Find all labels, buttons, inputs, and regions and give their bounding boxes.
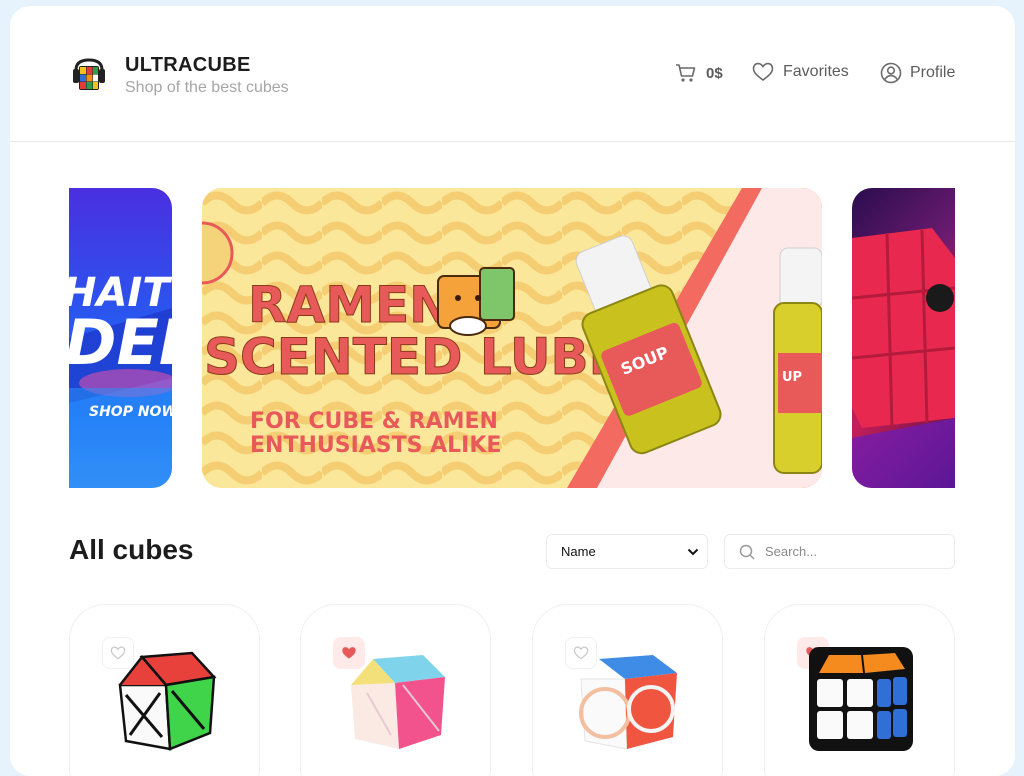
cart-total: 0$ — [706, 64, 723, 82]
product-card[interactable] — [532, 604, 723, 776]
site-header: ULTRACUBE Shop of the best cubes 0$ Favo… — [10, 6, 1015, 142]
search-icon — [739, 544, 755, 560]
product-card[interactable] — [764, 604, 955, 776]
brand-title: ULTRACUBE — [125, 54, 251, 76]
lube-bottle-back-icon: UP — [773, 247, 822, 474]
brand-subtitle: Shop of the best cubes — [125, 79, 289, 96]
banner-main-title-1: RAMEN — [248, 276, 451, 334]
favorites-link[interactable]: Favorites — [752, 62, 849, 82]
banner-slide-current[interactable]: RAMEN SCENTED LUBE FOR CUBE & RAMEN ENTH… — [202, 188, 822, 488]
rubiks-logo-icon[interactable] — [70, 56, 108, 94]
page-card: ULTRACUBE Shop of the best cubes 0$ Favo… — [10, 6, 1015, 776]
banner-main-title-2: SCENTED LUBE — [204, 328, 623, 386]
ramen-lube-banner-art: RAMEN SCENTED LUBE FOR CUBE & RAMEN ENTH… — [202, 188, 822, 488]
banner-left-cta: SHOP NOW — [89, 404, 172, 420]
2x3-cube-icon — [809, 647, 913, 751]
banner-slide-previous[interactable]: HAITU DEI SHOP NOW — [69, 188, 172, 488]
axis-cube-icon — [118, 651, 217, 751]
search-input[interactable] — [765, 544, 935, 559]
banner-left-line-2: DEI — [69, 306, 172, 379]
banner-main-sub-2: ENTHUSIASTS ALIKE — [250, 433, 501, 458]
profile-label: Profile — [910, 64, 956, 81]
profile-link[interactable]: Profile — [880, 62, 955, 84]
sort-select[interactable]: Name — [546, 534, 708, 569]
search-field[interactable] — [724, 534, 955, 569]
cart-icon — [676, 64, 696, 82]
user-circle-icon — [880, 62, 902, 84]
favorites-label: Favorites — [783, 63, 849, 80]
pastel-axis-cube-icon — [351, 655, 445, 749]
banner-main-sub-1: FOR CUBE & RAMEN — [250, 409, 498, 434]
sort-select-value: Name — [561, 544, 596, 559]
rounded-cube-icon — [579, 655, 677, 750]
next-banner-art — [852, 228, 955, 488]
heart-icon — [752, 62, 774, 81]
product-card[interactable] — [69, 604, 260, 776]
bottle-label-2: UP — [782, 370, 802, 385]
banner-slide-next[interactable] — [852, 188, 955, 488]
product-card[interactable] — [300, 604, 491, 776]
chevron-down-icon — [687, 548, 699, 555]
previous-banner-art: HAITU DEI SHOP NOW — [69, 270, 172, 488]
cart-button[interactable]: 0$ — [675, 63, 723, 83]
catalog-title: All cubes — [69, 534, 194, 565]
